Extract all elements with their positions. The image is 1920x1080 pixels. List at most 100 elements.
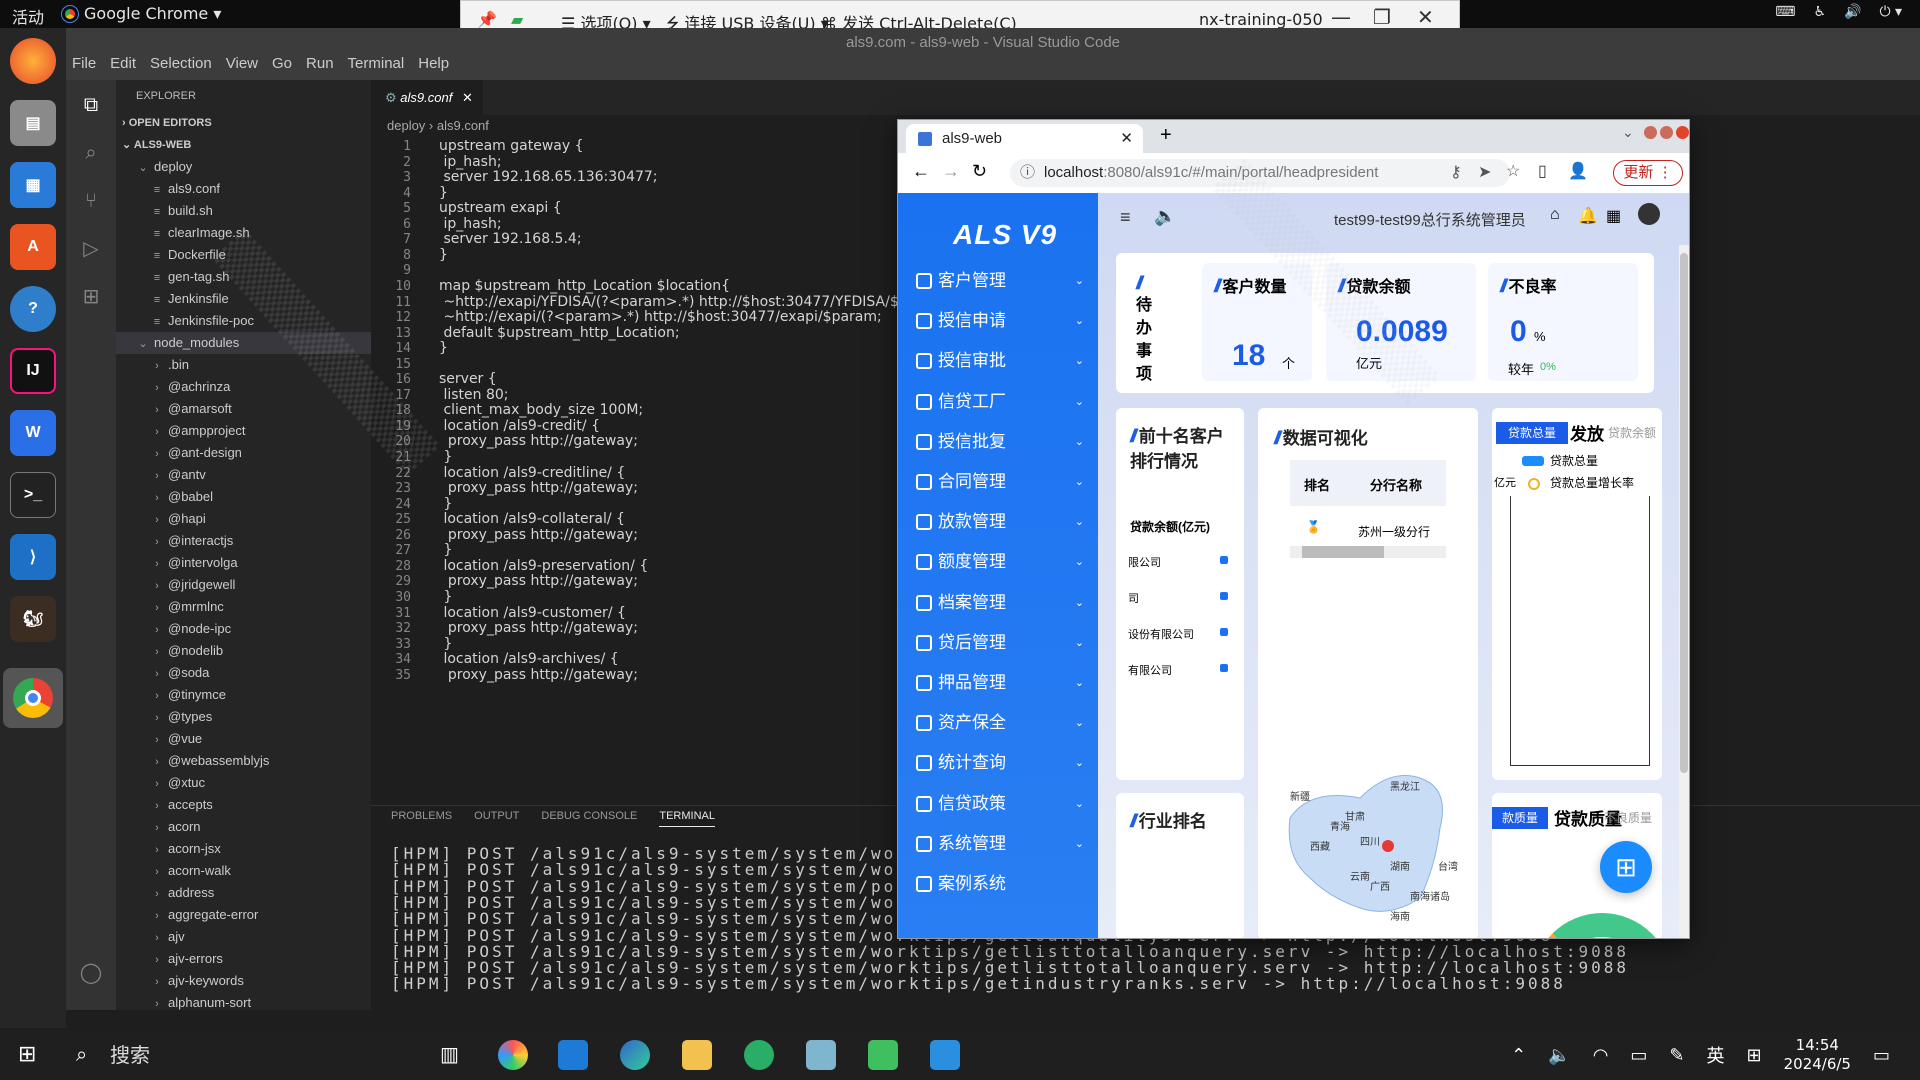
terminal-icon[interactable]: >_ bbox=[10, 472, 56, 518]
tree-folder[interactable]: › .bin bbox=[116, 354, 371, 376]
forward-icon[interactable]: → bbox=[942, 161, 960, 182]
tree-folder[interactable]: › @types bbox=[116, 706, 371, 728]
tree-folder[interactable]: › @webassemblyjs bbox=[116, 750, 371, 772]
menu-item[interactable]: 统计查询 ⌄ bbox=[916, 743, 1084, 783]
code-line[interactable]: proxy_pass http://gateway; bbox=[439, 619, 638, 638]
code-line[interactable]: proxy_pass http://gateway; bbox=[439, 479, 638, 498]
send-icon[interactable]: ➤ bbox=[1478, 162, 1491, 182]
tree-folder[interactable]: › @mrmlnc bbox=[116, 596, 371, 618]
chrome-dock-icon[interactable] bbox=[3, 668, 63, 728]
tree-folder[interactable]: › @node-ipc bbox=[116, 618, 371, 640]
app-colorful-icon[interactable] bbox=[498, 1040, 528, 1070]
tree-folder[interactable]: › alphanum-sort bbox=[116, 992, 371, 1010]
tree-folder[interactable]: › @interactjs bbox=[116, 530, 371, 552]
menu-item[interactable]: 系统管理 ⌄ bbox=[916, 824, 1084, 864]
close-tab-icon[interactable]: ✕ bbox=[462, 90, 473, 105]
ime-indicator[interactable]: 英 bbox=[1707, 1042, 1725, 1068]
tree-file[interactable]: ≡ als9.conf bbox=[116, 178, 371, 200]
tree-folder[interactable]: › @amarsoft bbox=[116, 398, 371, 420]
loan-total-tab2[interactable]: 贷款余额 bbox=[1608, 424, 1656, 441]
tree-folder[interactable]: › @achrinza bbox=[116, 376, 371, 398]
china-map[interactable]: 黑龙江 新疆 西藏 四川 云南 湖南 台湾 南海诸岛 青海 甘肃 广西 海南 bbox=[1270, 758, 1470, 938]
todo-block[interactable]: // 待办事项 bbox=[1136, 273, 1166, 386]
photos-icon[interactable] bbox=[930, 1040, 960, 1070]
menu-help[interactable]: Help bbox=[418, 55, 449, 72]
menu-item[interactable]: 押品管理 ⌄ bbox=[916, 663, 1084, 703]
tree-folder[interactable]: › address bbox=[116, 882, 371, 904]
menu-item[interactable]: 额度管理 ⌄ bbox=[916, 542, 1084, 582]
help-icon[interactable]: ? bbox=[10, 286, 56, 332]
menu-go[interactable]: Go bbox=[272, 55, 292, 72]
notes-icon[interactable] bbox=[806, 1040, 836, 1070]
files-icon[interactable]: ▤ bbox=[10, 100, 56, 146]
tree-folder[interactable]: › aggregate-error bbox=[116, 904, 371, 926]
vscode-taskbar-icon[interactable] bbox=[558, 1040, 588, 1070]
quality-tab[interactable]: 款质量 bbox=[1492, 807, 1548, 829]
update-button[interactable]: 更新 ⋮ bbox=[1613, 160, 1683, 186]
tree-file[interactable]: ≡ Dockerfile bbox=[116, 244, 371, 266]
tree-folder[interactable]: › @intervolga bbox=[116, 552, 371, 574]
code-line[interactable]: } bbox=[439, 339, 448, 358]
menu-item[interactable]: 档案管理 ⌄ bbox=[916, 583, 1084, 623]
app-menu[interactable]: Google Chrome ▾ bbox=[61, 4, 221, 23]
hamburger-icon[interactable]: ≡ bbox=[1120, 207, 1131, 228]
tab-problems[interactable]: PROBLEMS bbox=[391, 810, 452, 827]
reload-icon[interactable]: ↻ bbox=[972, 161, 987, 182]
system-tray[interactable]: ⌨ ♿ 🔊 ⏻ ▾ bbox=[1775, 4, 1902, 20]
menu-item[interactable]: 资产保全 ⌄ bbox=[916, 703, 1084, 743]
tree-folder[interactable]: › @antv bbox=[116, 464, 371, 486]
chevron-up-icon[interactable]: ⌃ bbox=[1511, 1045, 1526, 1066]
firefox-icon[interactable] bbox=[10, 38, 56, 84]
loan-total-tab[interactable]: 贷款总量 bbox=[1496, 422, 1568, 444]
wechat-icon[interactable] bbox=[744, 1040, 774, 1070]
run-debug-icon[interactable]: ▷ bbox=[79, 236, 103, 260]
browser-tab[interactable]: als9-web ✕ bbox=[906, 124, 1143, 153]
battery-icon[interactable]: ▭ bbox=[1630, 1045, 1647, 1066]
info-icon[interactable]: ⓘ bbox=[1020, 159, 1035, 187]
tree-folder[interactable]: › @babel bbox=[116, 486, 371, 508]
remote-app-icon[interactable] bbox=[868, 1040, 898, 1070]
dbeaver-icon[interactable]: 🐿 bbox=[10, 596, 56, 642]
task-view-icon[interactable]: ▥ bbox=[440, 1042, 459, 1066]
top10-row[interactable]: 司 bbox=[1128, 590, 1232, 606]
notification-icon[interactable]: ▭ bbox=[1873, 1045, 1890, 1066]
tree-folder[interactable]: › acorn bbox=[116, 816, 371, 838]
top10-row[interactable]: 限公司 bbox=[1128, 554, 1232, 570]
intellij-icon[interactable]: IJ bbox=[10, 348, 56, 394]
close-icon[interactable]: ✕ bbox=[1417, 5, 1434, 29]
search-icon[interactable]: ⌕ bbox=[79, 140, 103, 164]
restore-icon[interactable]: ❐ bbox=[1373, 5, 1391, 29]
menu-item[interactable]: 贷后管理 ⌄ bbox=[916, 623, 1084, 663]
writer-icon[interactable]: ▦ bbox=[10, 162, 56, 208]
home-icon[interactable]: ⌂ bbox=[1550, 206, 1560, 224]
tab-output[interactable]: OUTPUT bbox=[474, 810, 519, 827]
grid-icon[interactable]: ▦ bbox=[1606, 206, 1621, 226]
search-icon[interactable]: ⌕ bbox=[76, 1042, 87, 1066]
address-bar[interactable]: ⓘ localhost:8080/als91c/#/main/portal/hea… bbox=[1010, 159, 1510, 187]
extensions-icon[interactable]: ⊞ bbox=[79, 284, 103, 308]
minimize-icon[interactable]: — bbox=[1331, 5, 1351, 29]
menu-selection[interactable]: Selection bbox=[150, 55, 212, 72]
back-icon[interactable]: ← bbox=[912, 161, 930, 182]
tree-folder[interactable]: › accepts bbox=[116, 794, 371, 816]
code-line[interactable]: proxy_pass http://gateway; bbox=[439, 526, 638, 545]
tree-folder[interactable]: › ajv bbox=[116, 926, 371, 948]
apps-fab-icon[interactable]: ⊞ bbox=[1600, 841, 1652, 893]
close-tab-icon[interactable]: ✕ bbox=[1120, 124, 1133, 153]
menu-run[interactable]: Run bbox=[306, 55, 334, 72]
bell-icon[interactable]: 🔔 bbox=[1578, 206, 1598, 226]
tree-folder[interactable]: › @xtuc bbox=[116, 772, 371, 794]
tab-terminal[interactable]: TERMINAL bbox=[659, 810, 715, 827]
pin-icon[interactable]: 📌 bbox=[477, 10, 497, 29]
pen-icon[interactable]: ✎ bbox=[1669, 1045, 1684, 1066]
scroll-thumb[interactable] bbox=[1302, 546, 1384, 558]
npl-block[interactable]: // 不良率 0 % 较年 0% bbox=[1488, 263, 1638, 381]
menu-item[interactable]: 案例系统 bbox=[916, 864, 1084, 904]
edge-icon[interactable] bbox=[620, 1040, 650, 1070]
code-line[interactable]: } bbox=[439, 246, 448, 265]
minimize-icon[interactable] bbox=[1644, 126, 1657, 139]
close-icon[interactable] bbox=[1676, 126, 1689, 139]
code-line[interactable]: proxy_pass http://gateway; bbox=[439, 432, 638, 451]
menu-edit[interactable]: Edit bbox=[110, 55, 136, 72]
tree-folder[interactable]: › @soda bbox=[116, 662, 371, 684]
